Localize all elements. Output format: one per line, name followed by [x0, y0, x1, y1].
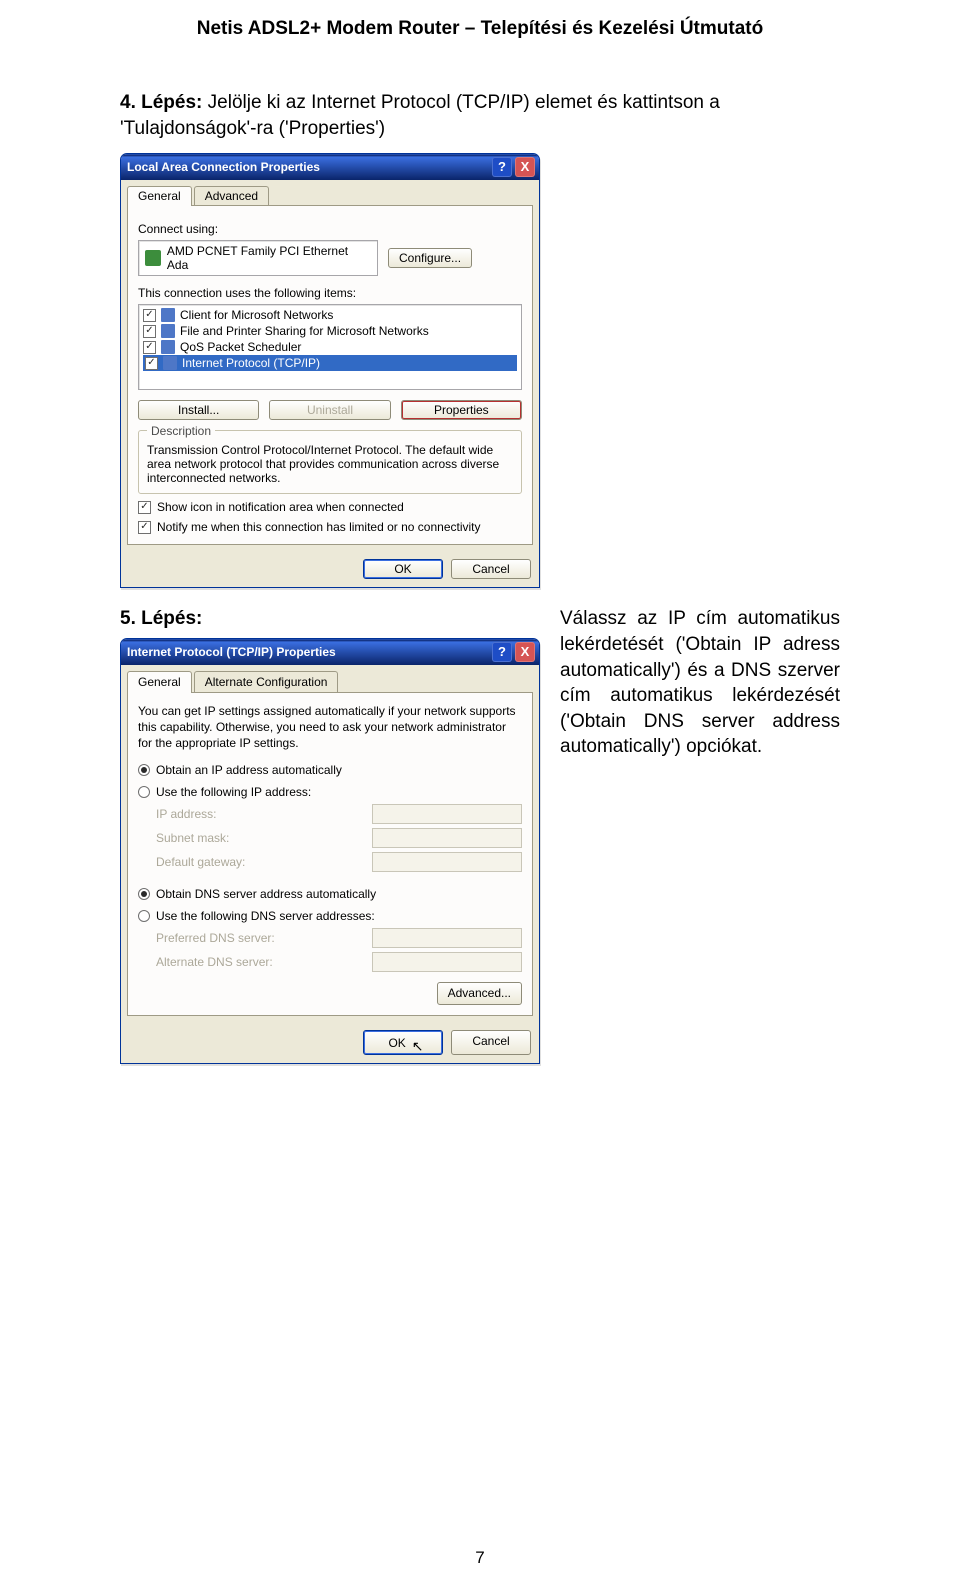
step5-text: Válassz az IP cím automatikus lekérdetés… [560, 606, 840, 760]
alternate-dns-label: Alternate DNS server: [156, 954, 273, 970]
intro-text: You can get IP settings assigned automat… [138, 703, 522, 752]
use-ip-label: Use the following IP address: [156, 784, 311, 800]
obtain-dns-radio-row[interactable]: Obtain DNS server address automatically [138, 886, 522, 902]
ip-address-row: IP address: [156, 804, 522, 824]
titlebar-text: Internet Protocol (TCP/IP) Properties [127, 644, 336, 660]
checkbox-icon[interactable]: ✓ [138, 521, 151, 534]
titlebar-text: Local Area Connection Properties [127, 160, 320, 174]
notify-checkbox-row[interactable]: ✓ Notify me when this connection has lim… [138, 520, 522, 534]
list-item-selected[interactable]: ✓ Internet Protocol (TCP/IP) [143, 355, 517, 371]
dialog-footer: OK Cancel [121, 551, 539, 587]
list-item[interactable]: ✓ Client for Microsoft Networks [143, 307, 517, 323]
ok-button[interactable]: OK [363, 559, 443, 579]
gateway-field[interactable] [372, 852, 522, 872]
panel: Connect using: AMD PCNET Family PCI Ethe… [127, 205, 533, 545]
item-label: File and Printer Sharing for Microsoft N… [180, 324, 429, 338]
cursor-icon: ↖ [412, 1038, 424, 1054]
radio-icon[interactable] [138, 764, 150, 776]
checkbox-icon[interactable]: ✓ [138, 501, 151, 514]
close-icon[interactable]: X [515, 157, 535, 177]
properties-button[interactable]: Properties [401, 400, 522, 420]
panel: You can get IP settings assigned automat… [127, 692, 533, 1016]
dialog-tcpip-properties: Internet Protocol (TCP/IP) Properties ? … [120, 638, 540, 1064]
use-ip-radio-row[interactable]: Use the following IP address: [138, 784, 522, 800]
step4-prefix: 4. Lépés: [120, 92, 202, 113]
preferred-dns-field[interactable] [372, 928, 522, 948]
step4-text: Jelölje ki az Internet Protocol (TCP/IP)… [120, 92, 720, 139]
dialog-lan-properties: Local Area Connection Properties ? X Gen… [120, 153, 540, 588]
advanced-button[interactable]: Advanced... [437, 982, 522, 1004]
step5-prefix: 5. Lépés: [120, 608, 202, 629]
ok-button[interactable]: OK↖ [363, 1030, 443, 1055]
subnet-field[interactable] [372, 828, 522, 848]
component-icon [161, 308, 175, 322]
description-text: Transmission Control Protocol/Internet P… [147, 443, 513, 485]
help-icon[interactable]: ? [492, 157, 512, 177]
ip-address-field[interactable] [372, 804, 522, 824]
adapter-name: AMD PCNET Family PCI Ethernet Ada [167, 244, 371, 272]
show-icon-label: Show icon in notification area when conn… [157, 500, 404, 514]
obtain-dns-label: Obtain DNS server address automatically [156, 886, 376, 902]
item-label: Internet Protocol (TCP/IP) [182, 356, 320, 370]
tab-general[interactable]: General [127, 671, 192, 693]
document-header: Netis ADSL2+ Modem Router – Telepítési é… [0, 0, 960, 50]
step4-paragraph: 4. Lépés: Jelölje ki az Internet Protoco… [120, 90, 840, 141]
install-button[interactable]: Install... [138, 400, 259, 420]
close-icon[interactable]: X [515, 642, 535, 662]
gateway-row: Default gateway: [156, 852, 522, 872]
component-icon [163, 356, 177, 370]
tabs: General Advanced [121, 180, 539, 205]
item-label: QoS Packet Scheduler [180, 340, 301, 354]
list-item[interactable]: ✓ QoS Packet Scheduler [143, 339, 517, 355]
alternate-dns-field[interactable] [372, 952, 522, 972]
configure-button[interactable]: Configure... [388, 248, 472, 268]
tab-advanced[interactable]: Advanced [194, 186, 269, 205]
radio-icon[interactable] [138, 888, 150, 900]
obtain-ip-label: Obtain an IP address automatically [156, 762, 342, 778]
items-list[interactable]: ✓ Client for Microsoft Networks ✓ File a… [138, 304, 522, 390]
use-dns-radio-row[interactable]: Use the following DNS server addresses: [138, 908, 522, 924]
use-dns-label: Use the following DNS server addresses: [156, 908, 375, 924]
checkbox-icon[interactable]: ✓ [145, 357, 158, 370]
adapter-field[interactable]: AMD PCNET Family PCI Ethernet Ada [138, 240, 378, 276]
radio-icon[interactable] [138, 786, 150, 798]
description-legend: Description [147, 424, 215, 438]
page-number: 7 [0, 1548, 960, 1568]
obtain-ip-radio-row[interactable]: Obtain an IP address automatically [138, 762, 522, 778]
uninstall-button[interactable]: Uninstall [269, 400, 390, 420]
component-icon [161, 340, 175, 354]
titlebar[interactable]: Internet Protocol (TCP/IP) Properties ? … [121, 639, 539, 665]
description-group: Description Transmission Control Protoco… [138, 430, 522, 494]
cancel-button[interactable]: Cancel [451, 559, 531, 579]
items-header: This connection uses the following items… [138, 286, 522, 300]
tabs: General Alternate Configuration [121, 665, 539, 692]
subnet-row: Subnet mask: [156, 828, 522, 848]
item-label: Client for Microsoft Networks [180, 308, 333, 322]
ip-address-label: IP address: [156, 806, 216, 822]
step5-paragraph: 5. Lépés: Internet Protocol (TCP/IP) Pro… [120, 606, 840, 1063]
show-icon-checkbox-row[interactable]: ✓ Show icon in notification area when co… [138, 500, 522, 514]
notify-label: Notify me when this connection has limit… [157, 520, 481, 534]
tab-alternate-configuration[interactable]: Alternate Configuration [194, 671, 339, 692]
dialog-footer: OK↖ Cancel [121, 1022, 539, 1063]
subnet-label: Subnet mask: [156, 830, 229, 846]
alternate-dns-row: Alternate DNS server: [156, 952, 522, 972]
checkbox-icon[interactable]: ✓ [143, 341, 156, 354]
preferred-dns-row: Preferred DNS server: [156, 928, 522, 948]
checkbox-icon[interactable]: ✓ [143, 325, 156, 338]
titlebar[interactable]: Local Area Connection Properties ? X [121, 154, 539, 180]
radio-icon[interactable] [138, 910, 150, 922]
preferred-dns-label: Preferred DNS server: [156, 930, 275, 946]
tab-general[interactable]: General [127, 186, 192, 206]
connect-using-label: Connect using: [138, 222, 522, 236]
cancel-button[interactable]: Cancel [451, 1030, 531, 1055]
component-icon [161, 324, 175, 338]
nic-icon [145, 250, 161, 266]
document-title: Netis ADSL2+ Modem Router – Telepítési é… [0, 18, 960, 40]
list-item[interactable]: ✓ File and Printer Sharing for Microsoft… [143, 323, 517, 339]
help-icon[interactable]: ? [492, 642, 512, 662]
checkbox-icon[interactable]: ✓ [143, 309, 156, 322]
gateway-label: Default gateway: [156, 854, 245, 870]
